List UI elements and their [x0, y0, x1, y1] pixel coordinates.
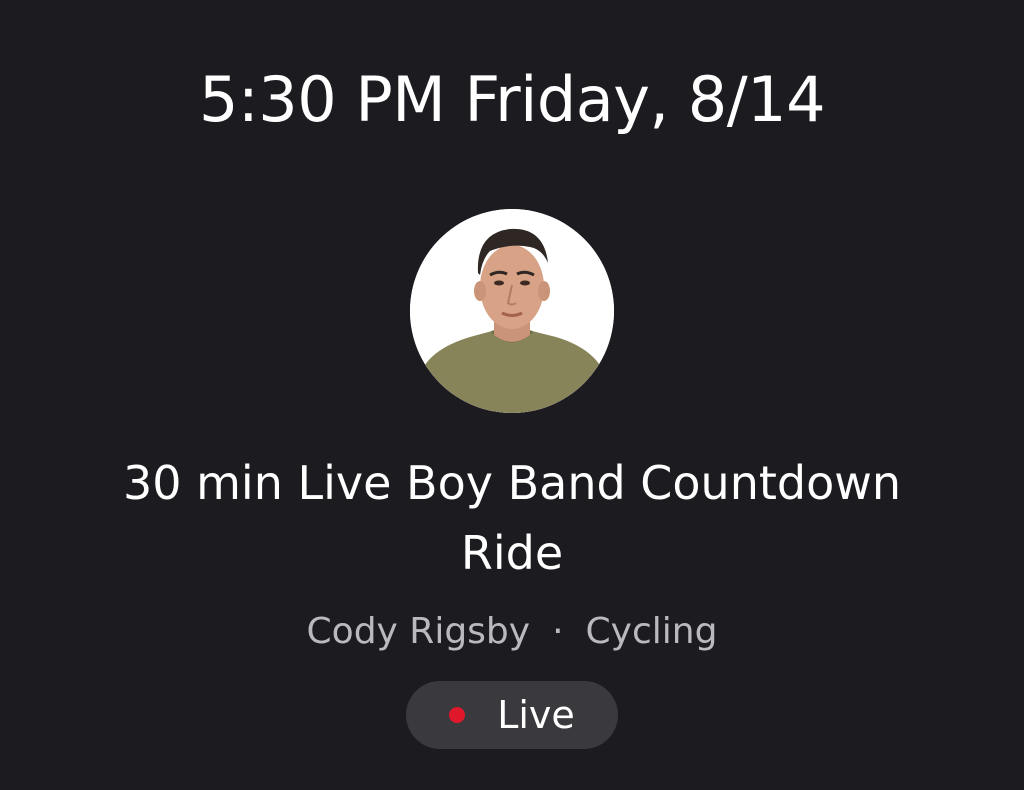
schedule-time: 5:30 PM Friday, 8/14 — [198, 63, 826, 136]
class-discipline: Cycling — [585, 611, 718, 652]
instructor-photo-icon — [410, 209, 614, 413]
instructor-name[interactable]: Cody Rigsby — [307, 611, 531, 652]
live-status-badge: Live — [406, 681, 618, 749]
meta-separator: · — [552, 611, 564, 652]
instructor-avatar[interactable] — [410, 209, 614, 413]
live-label: Live — [497, 693, 575, 737]
class-title: 30 min Live Boy Band Countdown Ride — [122, 456, 902, 580]
class-meta: Cody Rigsby · Cycling — [0, 608, 1024, 656]
live-dot-icon — [449, 707, 466, 723]
